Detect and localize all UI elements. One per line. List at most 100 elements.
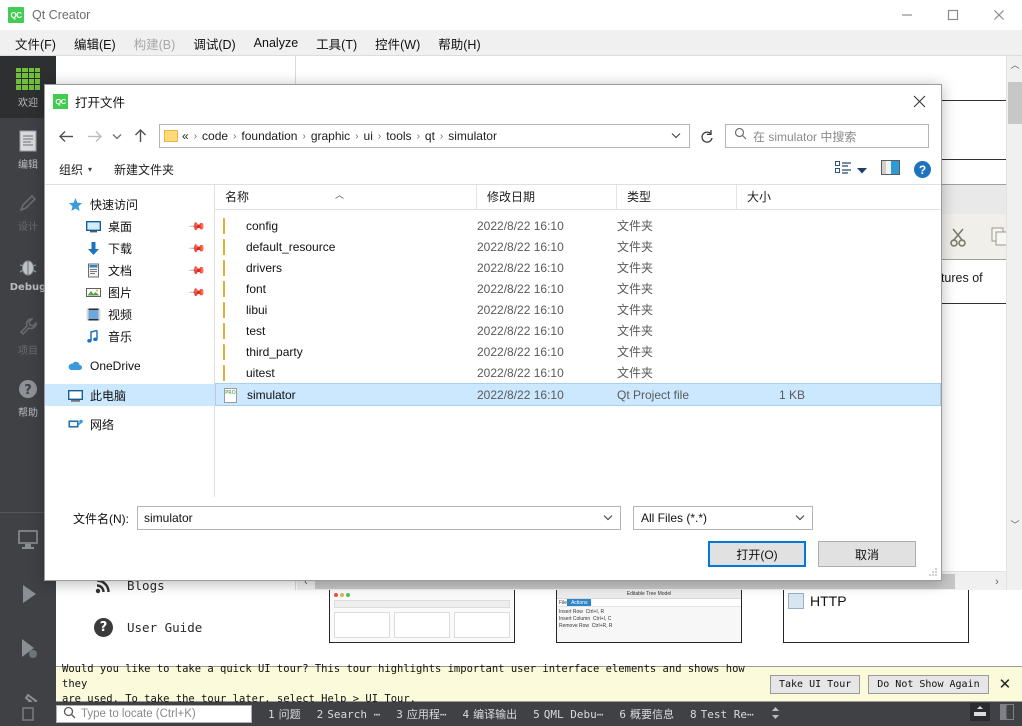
sidebar-item-onedrive[interactable]: OneDrive [45,355,214,377]
table-row[interactable]: config 2022/8/22 16:10 文件夹 [215,215,941,236]
chevron-down-icon[interactable] [663,131,689,142]
table-row[interactable]: libui 2022/8/22 16:10 文件夹 [215,299,941,320]
cancel-button[interactable]: 取消 [818,541,916,567]
breadcrumb-foundation[interactable]: foundation [241,129,297,143]
menu-help[interactable]: 帮助(H) [429,31,489,56]
file-type-filter-value: All Files (*.*) [641,511,708,525]
example-thumbnail-2[interactable]: HTTP [783,588,969,643]
welcome-vscrollbar[interactable]: ︿ ﹀ [1006,56,1022,590]
table-row[interactable]: drivers 2022/8/22 16:10 文件夹 [215,257,941,278]
search-input[interactable]: 在 simulator 中搜索 [725,124,929,148]
table-row[interactable]: test 2022/8/22 16:10 文件夹 [215,320,941,341]
vscroll-down-arrow[interactable]: ﹀ [1007,516,1022,532]
menu-edit[interactable]: 编辑(E) [65,31,125,56]
statusbar-pane-8[interactable]: 8 Test Re⋯ [690,708,754,721]
view-mode-button[interactable] [835,160,867,179]
breadcrumb-code[interactable]: code [202,129,228,143]
sidebar-item-downloads[interactable]: 下载 📌 [45,237,214,259]
sidebar-item-desktop[interactable]: 桌面 📌 [45,215,214,237]
debug-run-button[interactable] [0,621,56,675]
close-icon[interactable]: ✕ [999,675,1012,693]
welcome-link-user-guide[interactable]: ? User Guide [56,606,202,648]
column-header-type[interactable]: 类型 [617,184,737,210]
sidebar-item-quick-access[interactable]: 快速访问 [45,193,214,215]
refresh-icon[interactable] [693,124,719,148]
pane-label: 应用程⋯ [406,708,447,721]
organize-button[interactable]: 组织 ▾ [59,161,92,178]
forward-arrow-icon[interactable] [81,123,107,149]
sidebar-item-music[interactable]: 音乐 [45,325,214,347]
menu-file[interactable]: 文件(F) [6,31,65,56]
close-button[interactable] [976,0,1022,31]
sidebar-item-videos[interactable]: 视频 [45,303,214,325]
table-row[interactable]: third_party 2022/8/22 16:10 文件夹 [215,341,941,362]
vscroll-up-arrow[interactable]: ︿ [1007,56,1022,72]
do-not-show-again-button[interactable]: Do Not Show Again [868,674,989,694]
menu-build[interactable]: 构建(B) [125,31,185,56]
maximize-button[interactable] [930,0,976,31]
breadcrumb-simulator[interactable]: simulator [448,129,497,143]
filename-input[interactable]: simulator [137,506,621,530]
recent-locations-chevron-down-icon[interactable] [109,123,125,149]
sidebar-item-documents[interactable]: 文档 📌 [45,259,214,281]
breadcrumb-tools[interactable]: tools [386,129,411,143]
table-row-selected[interactable]: PRO simulator 2022/8/22 16:10 Qt Project … [215,383,941,406]
chevron-down-icon[interactable] [857,161,867,179]
statusbar-pane-2[interactable]: 2 Search ⋯ [317,708,381,721]
address-breadcrumb-bar[interactable]: « › code › foundation › graphic › ui › t… [159,124,690,148]
sidebar-item-documents-label: 文档 [108,263,133,278]
output-pane-toggle-icon[interactable] [0,702,56,726]
pin-icon[interactable]: 📌 [188,261,207,279]
minimize-button[interactable] [884,0,930,31]
file-type-filter-select[interactable]: All Files (*.*) [633,506,813,530]
dialog-resize-grip[interactable] [928,567,938,577]
dialog-close-button[interactable] [905,87,933,115]
up-down-arrows-icon[interactable] [770,706,781,723]
menu-window[interactable]: 控件(W) [366,31,429,56]
breadcrumb-graphic[interactable]: graphic [311,129,350,143]
menu-tools[interactable]: 工具(T) [307,31,366,56]
chevron-down-icon[interactable] [603,513,620,524]
hscroll-right-arrow[interactable]: › [988,572,1006,591]
breadcrumb-ui[interactable]: ui [364,129,373,143]
take-ui-tour-button[interactable]: Take UI Tour [770,674,861,694]
menu-debug[interactable]: 调试(D) [184,31,244,56]
statusbar-pane-4[interactable]: 4 编译输出 [462,706,517,722]
locator-input[interactable]: Type to locate (Ctrl+K) [56,705,252,723]
column-header-name[interactable]: 名称 ︿ [215,184,477,210]
sidebar-item-this-pc[interactable]: 此电脑 [45,384,214,406]
column-header-size[interactable]: 大小 [737,185,815,210]
sidebar-item-network[interactable]: 网络 [45,413,214,435]
statusbar-pane-3[interactable]: 3 应用程⋯ [396,706,446,722]
menu-analyze[interactable]: Analyze [245,33,307,53]
vscroll-thumb[interactable] [1008,82,1022,124]
back-arrow-icon[interactable] [53,123,79,149]
breadcrumb-qt[interactable]: qt [425,129,435,143]
open-button[interactable]: 打开(O) [708,541,806,567]
table-row[interactable]: default_resource 2022/8/22 16:10 文件夹 [215,236,941,257]
new-folder-button[interactable]: 新建文件夹 [114,161,174,178]
preview-pane-icon[interactable] [881,159,900,180]
output-pane-split-icon[interactable] [1000,703,1014,725]
search-icon [63,706,76,722]
chevron-down-icon[interactable] [795,513,812,524]
output-pane-maximize-icon[interactable] [970,702,990,726]
mode-edit-label: 编辑 [18,159,38,171]
table-row[interactable]: uitest 2022/8/22 16:10 文件夹 [215,362,941,383]
pin-icon[interactable]: 📌 [188,283,207,301]
help-icon[interactable]: ? [914,161,931,178]
file-date: 2022/8/22 16:10 [477,281,564,296]
statusbar-pane-6[interactable]: 6 概要信息 [619,706,674,722]
breadcrumb-prefix[interactable]: « [182,129,189,143]
pin-icon[interactable]: 📌 [188,217,207,235]
example-thumbnail-1[interactable]: Editable Tree Model File Actions Insert R… [556,588,742,643]
example-thumbnail-0[interactable] [329,588,515,643]
statusbar-pane-5[interactable]: 5 QML Debu⋯ [533,708,603,721]
statusbar-pane-1[interactable]: 1 问题 [268,706,301,722]
column-header-date[interactable]: 修改日期 [477,184,617,210]
pin-icon[interactable]: 📌 [188,239,207,257]
sidebar-item-pictures[interactable]: 图片 📌 [45,281,214,303]
table-row[interactable]: font 2022/8/22 16:10 文件夹 [215,278,941,299]
downloads-icon [85,240,101,256]
up-arrow-icon[interactable] [127,123,153,149]
